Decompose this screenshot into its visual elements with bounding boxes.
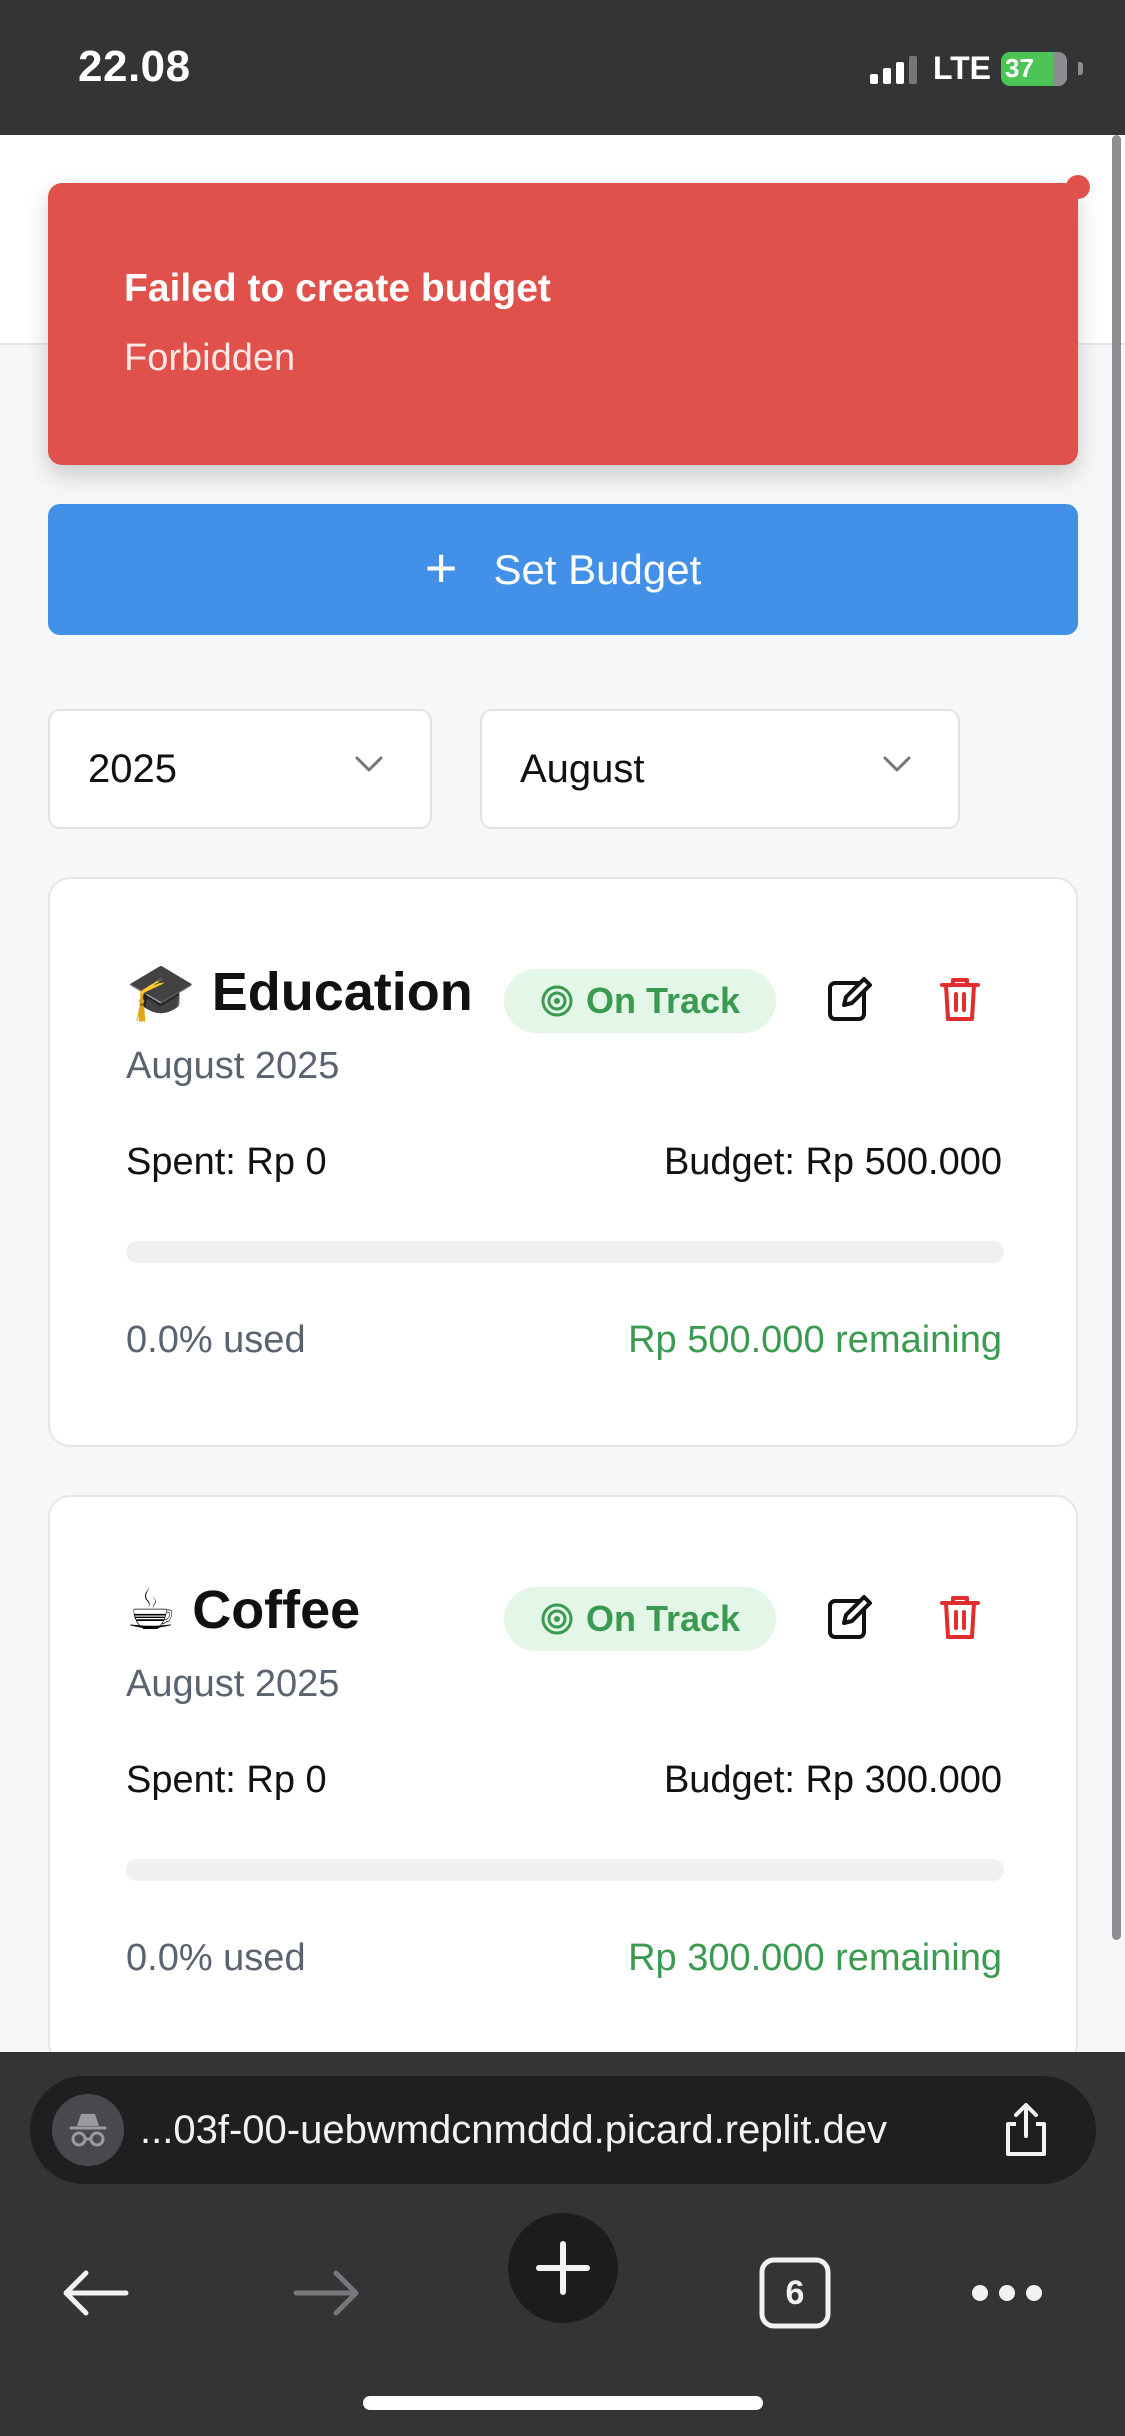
used-percent: 0.0% used xyxy=(126,1937,306,1979)
status-indicators: LTE 37 xyxy=(869,50,1083,87)
trash-icon[interactable] xyxy=(934,973,986,1025)
new-tab-button[interactable] xyxy=(508,2213,618,2323)
more-icon[interactable] xyxy=(962,2248,1052,2338)
budget-period: August 2025 xyxy=(126,1663,340,1705)
progress-bar xyxy=(126,1859,1004,1881)
used-percent: 0.0% used xyxy=(126,1319,306,1361)
year-select[interactable]: 2025 xyxy=(48,709,432,829)
incognito-icon[interactable] xyxy=(52,2094,124,2166)
target-icon xyxy=(541,1603,573,1635)
status-badge-label: On Track xyxy=(585,1598,741,1639)
budget-category: ☕ Coffee xyxy=(126,1579,360,1641)
plus-icon xyxy=(536,2241,590,2295)
signal-icon xyxy=(869,54,917,84)
budget-card: 🎓 Education On Track August 2025 Spent: … xyxy=(48,877,1078,1447)
status-time: 22.08 xyxy=(78,42,191,91)
category-emoji: 🎓 xyxy=(126,960,196,1023)
address-bar[interactable]: ...03f-00-uebwmdcnmddd.picard.replit.dev xyxy=(30,2076,1096,2184)
chevron-down-icon xyxy=(883,756,911,772)
category-name: Coffee xyxy=(192,1580,361,1640)
share-icon[interactable] xyxy=(996,2100,1056,2160)
url-text[interactable]: ...03f-00-uebwmdcnmddd.picard.replit.dev xyxy=(140,2108,887,2153)
edit-icon[interactable] xyxy=(824,973,876,1025)
spent-amount: Spent: Rp 0 xyxy=(126,1759,327,1801)
toast-title: Failed to create budget xyxy=(124,267,551,310)
remaining-amount: Rp 500.000 remaining xyxy=(628,1319,1002,1361)
progress-bar xyxy=(126,1241,1004,1263)
status-badge: On Track xyxy=(504,1587,776,1651)
battery-icon: 37 xyxy=(1001,51,1067,86)
category-name: Education xyxy=(211,962,473,1022)
chevron-down-icon xyxy=(355,756,383,772)
toast-indicator-dot xyxy=(1066,175,1090,199)
forward-arrow-icon[interactable] xyxy=(282,2248,372,2338)
year-select-value: 2025 xyxy=(88,746,177,791)
home-indicator[interactable] xyxy=(363,2396,763,2410)
target-icon xyxy=(541,985,573,1017)
battery-nub xyxy=(1078,62,1083,75)
page-scrollbar[interactable] xyxy=(1112,135,1121,1940)
set-budget-button[interactable]: + Set Budget xyxy=(48,504,1078,635)
trash-icon[interactable] xyxy=(934,1591,986,1643)
budget-amount: Budget: Rp 300.000 xyxy=(663,1759,1002,1801)
budget-category: 🎓 Education xyxy=(126,961,473,1023)
status-badge-label: On Track xyxy=(585,980,741,1021)
month-select[interactable]: August xyxy=(480,709,960,829)
budget-period: August 2025 xyxy=(126,1045,340,1087)
web-page[interactable]: Failed to create budget Forbidden + Set … xyxy=(0,135,1125,2052)
month-select-value: August xyxy=(520,746,645,791)
phone-screen: 22.08 LTE 37 Failed to create budget For… xyxy=(0,0,1125,2436)
budget-amount: Budget: Rp 500.000 xyxy=(663,1141,1002,1183)
category-emoji: ☕ xyxy=(126,1578,177,1641)
battery-empty-segment xyxy=(1053,51,1067,86)
edit-icon[interactable] xyxy=(824,1591,876,1643)
spent-amount: Spent: Rp 0 xyxy=(126,1141,327,1183)
error-toast[interactable]: Failed to create budget Forbidden xyxy=(48,175,1090,465)
battery-level: 37 xyxy=(1005,53,1034,83)
toast-message: Forbidden xyxy=(124,337,296,379)
set-budget-label: Set Budget xyxy=(493,545,702,593)
tab-count: 6 xyxy=(785,2274,805,2312)
remaining-amount: Rp 300.000 remaining xyxy=(628,1937,1002,1979)
budget-card: ☕ Coffee On Track August 2025 Spent: Rp … xyxy=(48,1495,1078,2052)
plus-icon: + xyxy=(424,535,458,599)
tabs-icon[interactable]: 6 xyxy=(750,2248,840,2338)
back-arrow-icon[interactable] xyxy=(50,2248,140,2338)
network-label: LTE xyxy=(932,50,991,86)
status-badge: On Track xyxy=(504,969,776,1033)
status-bar: 22.08 LTE 37 xyxy=(0,0,1125,135)
